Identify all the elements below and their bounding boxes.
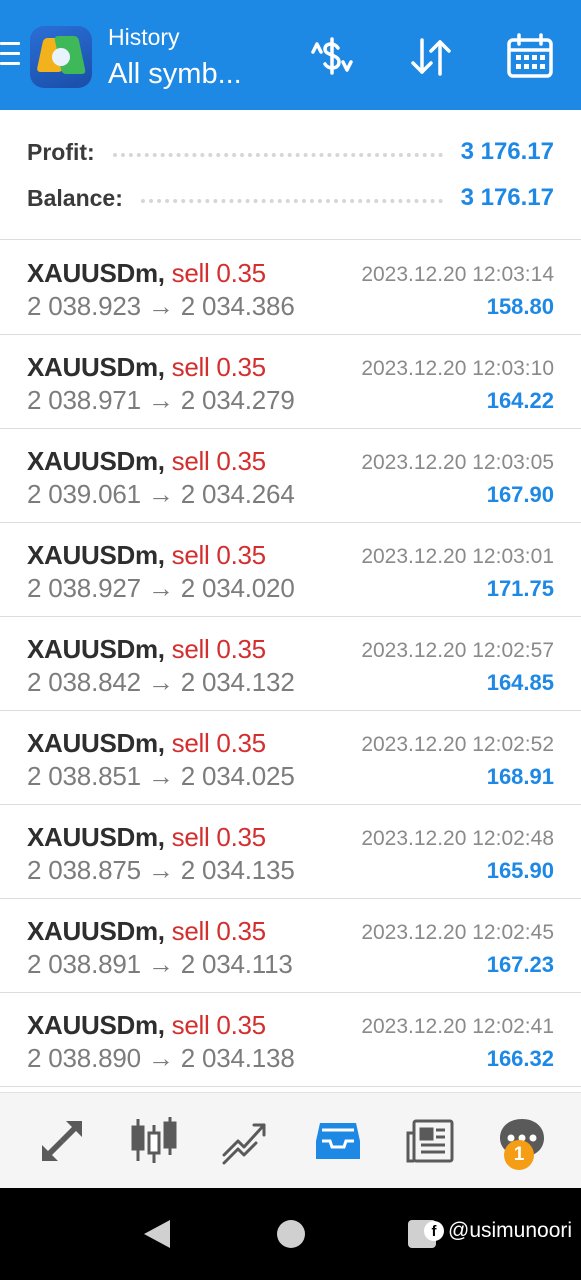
deal-profit: 164.85 <box>486 670 554 695</box>
deal-prices: 2 038.923 → 2 034.386 <box>27 291 295 321</box>
deal-symbol-text: XAUUSDm, <box>27 634 165 664</box>
deal-symbol-text: XAUUSDm, <box>27 540 165 570</box>
deal-prices: 2 038.971 → 2 034.279 <box>27 385 295 415</box>
deal-row[interactable]: XAUUSDm, sell 0.35 2 038.891 → 2 034.113 2… <box>0 899 581 993</box>
deal-profit: 171.75 <box>486 576 554 601</box>
deal-type: sell 0.35 <box>171 1010 266 1040</box>
deal-profit: 167.23 <box>486 952 554 977</box>
deal-row[interactable]: XAUUSDm, sell 0.35 2 038.890 → 2 034.138 2… <box>0 993 581 1087</box>
deal-time: 2023.12.20 12:02:41 <box>361 1015 554 1038</box>
deal-prices: 2 038.875 → 2 034.135 <box>27 855 295 885</box>
deal-symbol: XAUUSDm, sell 0.35 <box>27 352 266 383</box>
deal-symbol: XAUUSDm, sell 0.35 <box>27 916 266 947</box>
deal-type: sell 0.35 <box>171 446 266 476</box>
deal-symbol-text: XAUUSDm, <box>27 822 165 852</box>
deal-symbol-text: XAUUSDm, <box>27 916 165 946</box>
back-icon[interactable] <box>142 1218 172 1255</box>
deal-time: 2023.12.20 12:03:05 <box>361 451 554 474</box>
deal-type: sell 0.35 <box>171 634 266 664</box>
profit-row: Profit: 3 176.17 <box>27 132 554 172</box>
deal-row[interactable]: XAUUSDm, sell 0.35 2 039.061 → 2 034.264 2… <box>0 429 581 523</box>
deal-profit: 165.90 <box>486 858 554 883</box>
deal-symbol: XAUUSDm, sell 0.35 <box>27 728 266 759</box>
app-header: History All symb... <box>0 0 581 110</box>
deal-row[interactable]: XAUUSDm, sell 0.35 2 038.851 → 2 034.025 2… <box>0 711 581 805</box>
facebook-icon: f <box>424 1221 444 1241</box>
deal-prices: 2 039.061 → 2 034.264 <box>27 479 295 509</box>
quotes-icon[interactable] <box>36 1115 88 1167</box>
hamburger-menu-icon[interactable] <box>0 42 20 72</box>
deal-type: sell 0.35 <box>171 258 266 288</box>
deal-symbol-text: XAUUSDm, <box>27 728 165 758</box>
deal-prices: 2 038.890 → 2 034.138 <box>27 1043 295 1073</box>
deal-time: 2023.12.20 12:03:14 <box>361 263 554 286</box>
profit-value: 3 176.17 <box>460 138 554 165</box>
deal-row[interactable]: XAUUSDm, sell 0.35 2 038.842 → 2 034.132 2… <box>0 617 581 711</box>
deal-row[interactable]: XAUUSDm, sell 0.35 2 038.923 → 2 034.386 2… <box>0 241 581 335</box>
app-logo-icon <box>30 26 92 88</box>
bottom-tab-bar <box>0 1092 581 1188</box>
deal-symbol: XAUUSDm, sell 0.35 <box>27 446 266 477</box>
deals-list: XAUUSDm, sell 0.35 2 038.923 → 2 034.386 2… <box>0 241 581 1087</box>
deal-time: 2023.12.20 12:02:57 <box>361 639 554 662</box>
deal-symbol: XAUUSDm, sell 0.35 <box>27 822 266 853</box>
deal-type: sell 0.35 <box>171 916 266 946</box>
deal-profit: 158.80 <box>486 294 554 319</box>
currency-exchange-icon[interactable] <box>305 30 359 84</box>
chart-icon[interactable] <box>128 1115 180 1167</box>
deal-symbol: XAUUSDm, sell 0.35 <box>27 634 266 665</box>
deal-profit: 167.90 <box>486 482 554 507</box>
screen-title: History <box>108 24 180 50</box>
deal-profit: 166.32 <box>486 1046 554 1071</box>
system-nav-bar: f @usimunoori <box>0 1188 581 1280</box>
deal-time: 2023.12.20 12:02:52 <box>361 733 554 756</box>
sort-icon[interactable] <box>404 30 458 84</box>
trade-icon[interactable] <box>220 1115 272 1167</box>
deal-row[interactable]: XAUUSDm, sell 0.35 2 038.971 → 2 034.279 2… <box>0 335 581 429</box>
deal-prices: 2 038.851 → 2 034.025 <box>27 761 295 791</box>
profit-label: Profit: <box>27 138 95 165</box>
deal-prices: 2 038.842 → 2 034.132 <box>27 667 295 697</box>
deal-prices: 2 038.891 → 2 034.113 <box>27 949 293 979</box>
deal-type: sell 0.35 <box>171 540 266 570</box>
deal-row[interactable]: XAUUSDm, sell 0.35 2 038.875 → 2 034.135 2… <box>0 805 581 899</box>
deal-time: 2023.12.20 12:02:48 <box>361 827 554 850</box>
deal-time: 2023.12.20 12:02:45 <box>361 921 554 944</box>
history-icon[interactable] <box>312 1115 364 1167</box>
balance-value: 3 176.17 <box>460 184 554 211</box>
deal-time: 2023.12.20 12:03:10 <box>361 357 554 380</box>
deal-type: sell 0.35 <box>171 352 266 382</box>
deal-profit: 168.91 <box>486 764 554 789</box>
deal-profit: 164.22 <box>486 388 554 413</box>
balance-row: Balance: 3 176.17 <box>27 178 554 218</box>
deal-symbol-text: XAUUSDm, <box>27 352 165 382</box>
watermark-handle: @usimunoori <box>448 1219 573 1242</box>
watermark: f @usimunoori <box>424 1219 572 1243</box>
deal-symbol: XAUUSDm, sell 0.35 <box>27 1010 266 1041</box>
news-icon[interactable] <box>404 1115 456 1167</box>
symbol-filter[interactable]: All symb... <box>108 58 242 91</box>
deal-symbol-text: XAUUSDm, <box>27 258 165 288</box>
deal-row[interactable]: XAUUSDm, sell 0.35 2 038.927 → 2 034.020 2… <box>0 523 581 617</box>
messages-badge: 1 <box>504 1140 534 1170</box>
dotted-leader <box>112 153 443 157</box>
history-summary: Profit: 3 176.17 Balance: 3 176.17 <box>0 110 581 240</box>
deal-symbol-text: XAUUSDm, <box>27 446 165 476</box>
deal-time: 2023.12.20 12:03:01 <box>361 545 554 568</box>
deal-prices: 2 038.927 → 2 034.020 <box>27 573 295 603</box>
deal-symbol-text: XAUUSDm, <box>27 1010 165 1040</box>
deal-type: sell 0.35 <box>171 728 266 758</box>
home-icon[interactable] <box>277 1220 305 1248</box>
deal-symbol: XAUUSDm, sell 0.35 <box>27 258 266 289</box>
calendar-icon[interactable] <box>503 30 557 84</box>
deal-symbol: XAUUSDm, sell 0.35 <box>27 540 266 571</box>
balance-label: Balance: <box>27 184 123 211</box>
deal-type: sell 0.35 <box>171 822 266 852</box>
dotted-leader <box>140 199 443 203</box>
